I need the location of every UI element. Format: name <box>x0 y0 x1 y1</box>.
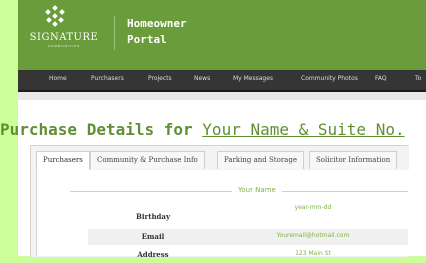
nav-item-projects[interactable]: Projects <box>148 75 172 82</box>
nav-item-news[interactable]: News <box>194 75 210 82</box>
page-title: Purchase Details for Your Name & Suite N… <box>0 120 408 139</box>
tab-solicitor-information[interactable]: Solicitor Information <box>309 151 398 169</box>
logo-wordmark: SIGNATURE <box>29 32 99 43</box>
field-label: Email <box>141 232 165 241</box>
page-title-link[interactable]: Your Name & Suite No. <box>202 120 404 139</box>
tab-community-purchase-info[interactable]: Community & Purchase Info <box>90 151 205 169</box>
tab-purchasers[interactable]: Purchasers <box>36 151 90 170</box>
main-nav: Home Purchasers Projects News My Message… <box>18 70 426 92</box>
nav-item-faq[interactable]: FAQ <box>375 75 387 82</box>
site-header: SIGNATURE COMMUNITIES Homeowner Portal <box>18 0 426 70</box>
field-label: Birthday <box>135 212 171 221</box>
nav-item-truncated[interactable]: To <box>415 75 421 82</box>
nav-item-home[interactable]: Home <box>49 75 67 82</box>
portal-title-line1: Homeowner <box>127 17 187 30</box>
field-label: Address <box>137 250 169 259</box>
field-row-address: Address 123 Main St <box>88 247 408 263</box>
nav-subbar <box>18 92 426 100</box>
nav-item-my-messages[interactable]: My Messages <box>233 75 273 82</box>
portal-title-line2: Portal <box>127 33 167 46</box>
field-value: Youremail@hotmail.com <box>276 232 350 239</box>
field-row-email: Email Youremail@hotmail.com <box>88 229 408 245</box>
header-divider <box>114 16 115 50</box>
purchaser-legend: Your Name <box>232 186 282 194</box>
nav-item-community-photos[interactable]: Community Photos <box>301 75 358 82</box>
tab-parking-storage[interactable]: Parking and Storage <box>217 151 304 169</box>
signature-logo-icon <box>45 5 65 27</box>
nav-item-purchasers[interactable]: Purchasers <box>91 75 124 82</box>
field-value: year-mm-dd <box>294 204 332 211</box>
tab-bar: Purchasers Community & Purchase Info Par… <box>36 151 408 171</box>
page-title-prefix: Purchase Details for <box>0 120 203 139</box>
field-row-birthday: Birthday year-mm-dd <box>88 204 408 221</box>
logo-subtitle: COMMUNITIES <box>47 44 81 48</box>
